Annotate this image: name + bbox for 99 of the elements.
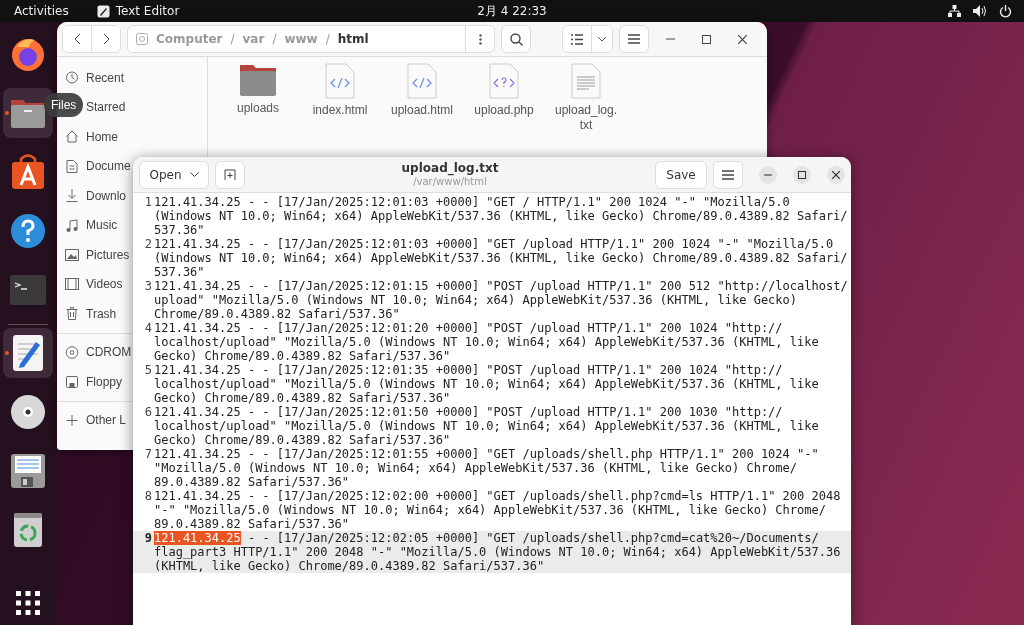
file-icon bbox=[407, 63, 437, 99]
volume-icon[interactable] bbox=[973, 5, 987, 17]
line-number: 6 bbox=[143, 405, 153, 421]
menu-icon bbox=[628, 34, 640, 44]
file-name[interactable]: uploads bbox=[225, 101, 291, 118]
menu-icon bbox=[722, 169, 734, 180]
open-button[interactable]: Open bbox=[139, 160, 209, 189]
log-line: 121.41.34.25 - - [17/Jan/2025:12:01:50 +0000] "POST /upload HTTP/1.1" 200 1030 "http://localhost/upload" "Mozilla/5.0 (Windows NT 10.0; Win64; x64) AppleWebKit/537.36 (KHTML, like Gecko) Chrome/89.0.4389.82 Safari/537.36" bbox=[154, 405, 820, 447]
trash-icon bbox=[65, 307, 79, 321]
file-icon bbox=[325, 63, 355, 99]
file-icon bbox=[489, 63, 519, 99]
clock[interactable]: 2月 4 22:33 bbox=[477, 2, 547, 20]
new-tab-icon bbox=[224, 168, 236, 181]
sidebar-item[interactable]: Home bbox=[86, 129, 118, 144]
sidebar-item[interactable]: CDROM bbox=[86, 345, 132, 360]
menu-button[interactable] bbox=[619, 25, 649, 53]
drive-icon bbox=[136, 33, 148, 45]
dock-item[interactable] bbox=[3, 88, 53, 138]
vertical-dots-icon bbox=[478, 33, 482, 45]
dock-item[interactable] bbox=[3, 328, 53, 378]
line-number: 8 bbox=[143, 489, 153, 505]
minimize-icon bbox=[764, 173, 772, 176]
sidebar-item[interactable]: Other L bbox=[86, 413, 127, 428]
log-line: 121.41.34.25 - - [17/Jan/2025:12:01:55 +0000] "GET /uploads/shell.php HTTP/1.1" 200 1024 "-" "Mozilla/5.0 (Windows NT 10.0; Win64; x64) AppleWebKit/537.36 (KHTML, like Gecko) Chrome/89.0.4389.82 Safari/537.36" bbox=[154, 447, 820, 489]
help-icon bbox=[10, 213, 46, 249]
file-icon bbox=[571, 63, 601, 99]
file-name[interactable]: upload_log.txt bbox=[553, 103, 619, 135]
picture-icon bbox=[65, 248, 79, 261]
window-title: upload_log.txt bbox=[401, 161, 499, 175]
music-note-icon bbox=[65, 218, 79, 232]
log-line: 121.41.34.25 - - [17/Jan/2025:12:01:03 +0000] "GET /upload HTTP/1.1" 200 1024 "-" "Mozilla/5.0 (Windows NT 10.0; Win64; x64) AppleWebKit/537.36 (KHTML, like Gecko) Chrome/89.0.4389.82 Safari/537.36" bbox=[154, 237, 849, 279]
chevron-down-icon bbox=[189, 172, 199, 177]
line-number: 9 bbox=[143, 531, 153, 547]
sidebar-item[interactable]: Starred bbox=[86, 100, 126, 115]
document-icon bbox=[65, 159, 79, 173]
chevron-right-icon bbox=[102, 33, 110, 45]
minimize-button[interactable] bbox=[759, 165, 777, 184]
sidebar-item[interactable]: Recent bbox=[86, 70, 125, 85]
log-line: 121.41.34.25 - - [17/Jan/2025:12:01:03 +0000] "GET / HTTP/1.1" 200 1024 "-" "Mozilla/5.0 (Windows NT 10.0; Win64; x64) AppleWebKit/537.36 (KHTML, like Gecko) Chrome/89.0.4389.82 Safari/537.36" bbox=[154, 195, 849, 237]
maximize-icon bbox=[701, 34, 711, 44]
search-icon bbox=[509, 32, 523, 46]
plus-icon bbox=[65, 414, 79, 426]
disc-icon bbox=[10, 394, 46, 430]
recycle-bin-icon bbox=[13, 512, 43, 548]
log-line: 121.41.34.25 - - [17/Jan/2025:12:01:35 +0000] "POST /upload HTTP/1.1" 200 1024 "http://localhost/upload" "Mozilla/5.0 (Windows NT 10.0; Win64; x64) AppleWebKit/537.36 (KHTML, like Gecko) Chrome/89.0.4389.82 Safari/537.36" bbox=[154, 363, 820, 405]
sidebar-item[interactable]: Videos bbox=[86, 277, 123, 292]
download-icon bbox=[65, 189, 79, 203]
line-number: 3 bbox=[143, 279, 153, 295]
app-menu[interactable]: Text Editor bbox=[115, 4, 180, 18]
folder-icon bbox=[239, 63, 277, 97]
path-separator: / bbox=[325, 32, 330, 46]
disc-icon bbox=[65, 345, 79, 359]
list-icon bbox=[571, 33, 583, 45]
sidebar-item[interactable]: Floppy bbox=[86, 374, 123, 389]
activities-button[interactable]: Activities bbox=[14, 4, 69, 18]
log-line: 121.41.34.25 - - [17/Jan/2025:12:01:15 +0000] "POST /upload HTTP/1.1" 200 512 "http://localhost/upload" "Mozilla/5.0 (Windows NT 10.0; Win64; x64) AppleWebKit/537.36 (KHTML, like Gecko) Chrome/89.0.4389.82 Safari/537.36" bbox=[154, 279, 849, 321]
menu-button[interactable] bbox=[713, 160, 743, 189]
log-line: 121.41.34.25 - - [17/Jan/2025:12:01:20 +0000] "POST /upload HTTP/1.1" 200 1024 "http://localhost/upload" "Mozilla/5.0 (Windows NT 10.0; Win64; x64) AppleWebKit/537.36 (KHTML, like Gecko) Chrome/89.0.4389.82 Safari/537.36" bbox=[154, 321, 820, 363]
file-name[interactable]: upload.html bbox=[389, 103, 455, 120]
close-button[interactable] bbox=[827, 165, 845, 184]
path-separator: / bbox=[230, 32, 235, 46]
log-line: 121.41.34.25 - - [17/Jan/2025:12:02:05 +0000] "GET /uploads/shell.php?cmd=cat%20~/Documents/flag_part3 HTTP/1.1" 200 2048 "-" "Mozilla/5.0 (Windows NT 10.0; Win64; x64) AppleWebKit/537.36 (KHTML, like Gecko) Chrome/89.0.4389.82 Safari/537.36" bbox=[154, 531, 842, 573]
list-view-button[interactable] bbox=[563, 26, 591, 52]
line-number: 7 bbox=[143, 447, 153, 463]
maximize-icon bbox=[798, 170, 806, 179]
network-icon[interactable] bbox=[948, 5, 961, 17]
maximize-button[interactable] bbox=[793, 165, 811, 184]
line-number: 2 bbox=[143, 237, 153, 253]
minimize-icon bbox=[665, 38, 675, 40]
sidebar-item[interactable]: Trash bbox=[86, 306, 117, 321]
file-name[interactable]: index.html bbox=[307, 103, 373, 120]
power-icon[interactable] bbox=[999, 4, 1012, 18]
sidebar-item[interactable]: Downlo bbox=[86, 188, 127, 203]
path-segment[interactable]: html bbox=[337, 32, 369, 46]
new-tab-button[interactable] bbox=[215, 160, 245, 189]
shopping-bag-icon bbox=[10, 154, 46, 190]
sidebar-item[interactable]: Pictures bbox=[86, 247, 130, 262]
line-number: 1 bbox=[143, 195, 153, 211]
line-number: 5 bbox=[143, 363, 153, 379]
home-icon bbox=[65, 130, 79, 144]
sidebar-item[interactable]: Music bbox=[86, 218, 118, 233]
search-button[interactable] bbox=[501, 25, 531, 53]
text-editor-icon bbox=[96, 4, 110, 18]
text-editor-icon bbox=[12, 334, 44, 372]
film-icon bbox=[65, 278, 79, 291]
clock-icon bbox=[65, 71, 79, 85]
chevron-left-icon bbox=[73, 33, 81, 45]
sidebar-item[interactable]: Docume bbox=[86, 159, 131, 174]
path-separator: / bbox=[272, 32, 277, 46]
close-icon bbox=[737, 34, 747, 44]
terminal-icon bbox=[10, 275, 46, 305]
chevron-down-icon bbox=[597, 36, 607, 42]
save-button[interactable]: Save bbox=[655, 160, 707, 189]
file-name[interactable]: upload.php bbox=[471, 103, 537, 120]
line-number: 4 bbox=[143, 321, 153, 337]
file-path: /var/www/html bbox=[413, 175, 487, 188]
close-icon bbox=[832, 170, 840, 179]
log-line: 121.41.34.25 - - [17/Jan/2025:12:02:00 +0000] "GET /uploads/shell.php?cmd=ls HTTP/1.1" 200 2048 "-" "Mozilla/5.0 (Windows NT 10.0; Win64; x64) AppleWebKit/537.36 (KHTML, like Gecko) Chrome/89.0.4389.82 Safari/537.36" bbox=[154, 489, 842, 531]
app-grid-icon[interactable] bbox=[16, 591, 40, 615]
